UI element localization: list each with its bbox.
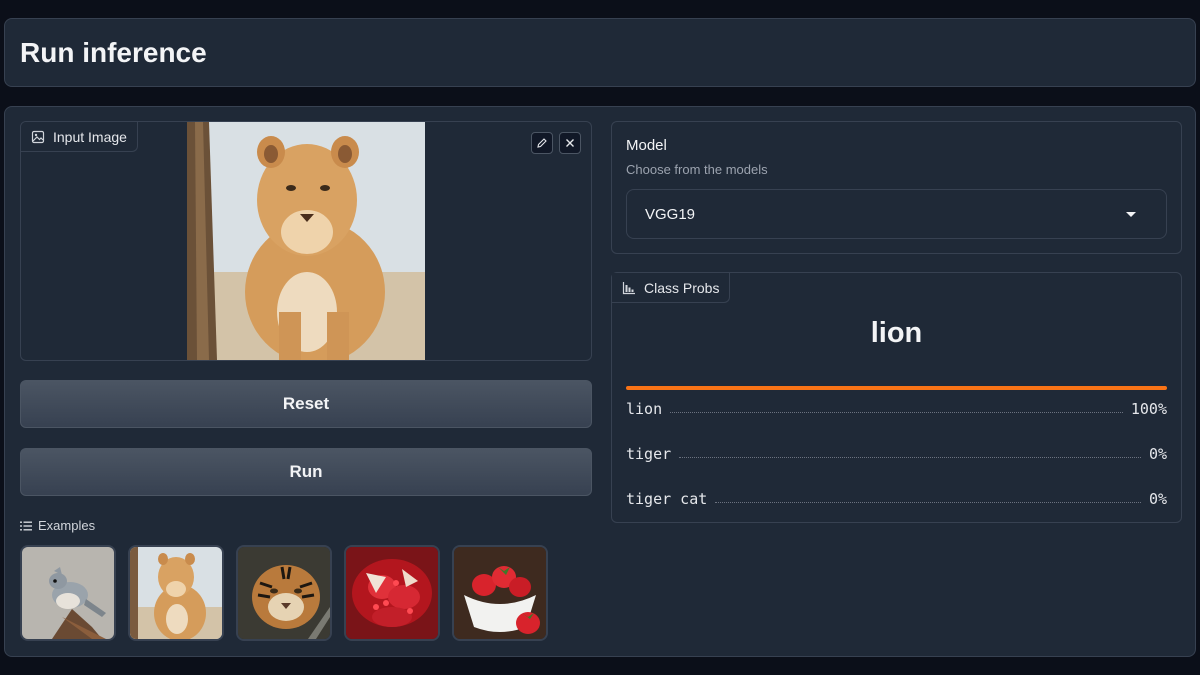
top-prediction: lion xyxy=(870,317,923,349)
class-probs-block: Class Probs lion lion 100% tiger 0% tige… xyxy=(611,272,1182,523)
examples-header: Examples xyxy=(20,518,95,533)
examples-label: Examples xyxy=(38,518,96,533)
run-button[interactable]: Run xyxy=(20,448,592,496)
confidence-bar xyxy=(626,386,1167,390)
main-panel: Input Image Reset Run Examples Model Cho… xyxy=(4,106,1196,657)
model-dropdown-value: VGG19 xyxy=(645,205,696,223)
model-info: Choose from the models xyxy=(626,162,768,177)
prob-row-value: 0% xyxy=(1148,445,1167,463)
class-probs-label: Class Probs xyxy=(612,273,731,303)
prob-row-value: 0% xyxy=(1148,490,1167,508)
model-dropdown[interactable]: VGG19 xyxy=(626,189,1167,239)
prob-row: lion 100% xyxy=(626,396,1167,418)
prob-row: tiger cat 0% xyxy=(626,486,1167,508)
header-bar: Run inference xyxy=(4,18,1196,87)
confidence-bar-fill xyxy=(626,386,1167,390)
input-image-label-text: Input Image xyxy=(53,128,127,145)
input-image-preview xyxy=(187,122,425,360)
prob-row-dots xyxy=(670,412,1123,413)
tiger-photo xyxy=(238,547,330,639)
model-selector-block: Model Choose from the models VGG19 xyxy=(611,121,1182,254)
prob-row-label: lion xyxy=(626,400,663,418)
bar-chart-icon xyxy=(622,281,635,294)
example-bird[interactable] xyxy=(20,545,116,641)
pomegranate-photo xyxy=(346,547,438,639)
prob-row-value: 100% xyxy=(1130,400,1167,418)
prob-row-label: tiger cat xyxy=(626,490,708,508)
edit-image-button[interactable] xyxy=(531,132,553,154)
class-probs-label-text: Class Probs xyxy=(644,279,720,296)
image-actions xyxy=(531,132,581,154)
clear-image-button[interactable] xyxy=(559,132,581,154)
prob-row-dots xyxy=(679,457,1141,458)
image-icon xyxy=(31,130,45,143)
example-tiger[interactable] xyxy=(236,545,332,641)
page-title: Run inference xyxy=(20,37,207,68)
list-icon xyxy=(20,521,32,530)
example-pomegranate[interactable] xyxy=(344,545,440,641)
lion-photo xyxy=(187,122,425,360)
caret-down-icon xyxy=(1126,212,1136,217)
lion-photo-thumb xyxy=(130,547,222,639)
input-image-block[interactable]: Input Image xyxy=(20,121,592,361)
reset-button[interactable]: Reset xyxy=(20,380,592,428)
input-image-label: Input Image xyxy=(21,122,138,152)
example-lion[interactable] xyxy=(128,545,224,641)
close-icon xyxy=(566,139,574,147)
examples-gallery xyxy=(20,545,548,641)
prob-row: tiger 0% xyxy=(626,441,1167,463)
model-label: Model xyxy=(626,137,667,154)
pencil-icon xyxy=(537,138,547,148)
example-strawberries[interactable] xyxy=(452,545,548,641)
bird-photo xyxy=(22,547,114,639)
prob-row-dots xyxy=(715,502,1141,503)
strawberries-photo xyxy=(454,547,546,639)
prob-row-label: tiger xyxy=(626,445,672,463)
